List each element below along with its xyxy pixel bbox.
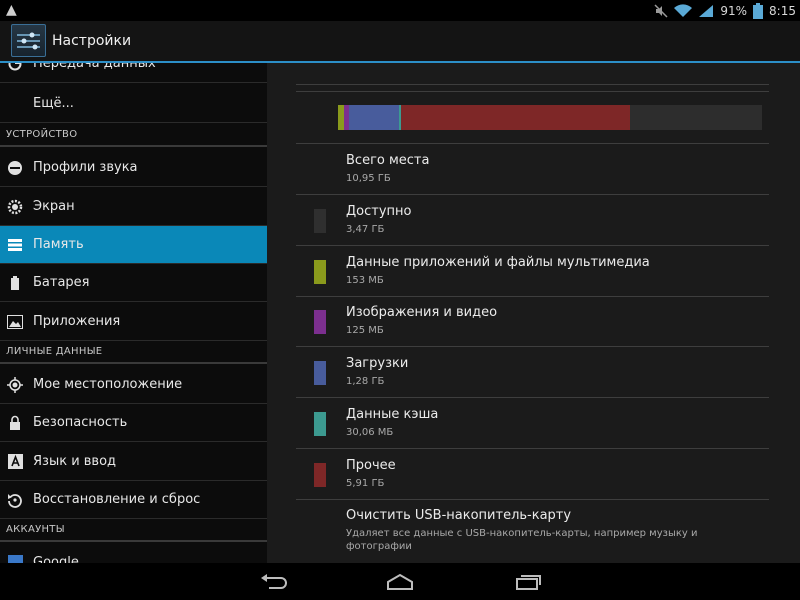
storage-panel: Всего места 10,95 ГБ Доступно 3,47 ГБ Да… xyxy=(267,63,800,563)
color-swatch xyxy=(314,209,326,233)
home-icon[interactable] xyxy=(382,571,418,593)
row-title: Очистить USB-накопитель-карту xyxy=(346,508,572,523)
clear-usb-storage-button[interactable]: Очистить USB-накопитель-карту Удаляет вс… xyxy=(296,500,769,560)
row-value: 10,95 ГБ xyxy=(346,173,391,184)
storage-row-apps-media[interactable]: Данные приложений и файлы мультимедиа 15… xyxy=(296,246,769,297)
status-icons: 91% 8:15 xyxy=(654,0,796,21)
section-header-label: УСТРОЙСТВО xyxy=(6,129,78,140)
sidebar-item-label: Мое местоположение xyxy=(33,377,183,392)
sidebar-item-label: Ещё... xyxy=(33,96,74,111)
sidebar-item-label: Профили звука xyxy=(33,160,138,175)
wifi-icon xyxy=(674,3,693,18)
data-usage-icon xyxy=(7,63,23,72)
language-icon xyxy=(7,454,23,470)
row-title: Загрузки xyxy=(346,356,409,371)
sidebar-item-label: Язык и ввод xyxy=(33,454,117,469)
back-icon[interactable] xyxy=(256,571,292,593)
location-icon xyxy=(7,376,23,393)
sidebar-item-label: Безопасность xyxy=(33,415,128,430)
row-value: 30,06 МБ xyxy=(346,427,394,438)
storage-row-pictures-video[interactable]: Изображения и видео 125 МБ xyxy=(296,296,769,347)
sidebar-item-label: Google xyxy=(33,555,79,563)
color-swatch xyxy=(314,463,326,487)
section-header-label: ЛИЧНЫЕ ДАННЫЕ xyxy=(6,346,103,357)
signal-icon xyxy=(698,4,714,18)
color-swatch xyxy=(314,361,326,385)
storage-row-cache[interactable]: Данные кэша 30,06 МБ xyxy=(296,398,769,449)
row-title: Прочее xyxy=(346,458,396,473)
sound-icon xyxy=(7,160,23,176)
sidebar-item-battery[interactable]: Батарея xyxy=(0,264,267,302)
divider xyxy=(296,91,769,92)
color-swatch xyxy=(314,310,326,334)
lock-icon xyxy=(7,415,23,431)
usage-segment xyxy=(349,105,399,130)
sidebar-item-label: Восстановление и сброс xyxy=(33,492,201,507)
google-icon xyxy=(7,555,23,563)
storage-row-misc[interactable]: Прочее 5,91 ГБ xyxy=(296,449,769,500)
row-title: Данные кэша xyxy=(346,407,439,422)
sidebar-item-data-usage[interactable]: Передача данных xyxy=(0,63,267,83)
backup-icon xyxy=(7,492,23,508)
storage-row-available[interactable]: Доступно 3,47 ГБ xyxy=(296,195,769,246)
sidebar-item-location[interactable]: Мое местоположение xyxy=(0,366,267,404)
sidebar-item-label: Батарея xyxy=(33,275,90,290)
row-value: 3,47 ГБ xyxy=(346,224,385,235)
sidebar-item-label: Передача данных xyxy=(33,63,156,71)
section-header-label: АККАУНТЫ xyxy=(6,524,65,535)
status-bar: ▲ 91% 8:15 xyxy=(0,0,800,21)
row-title: Изображения и видео xyxy=(346,305,498,320)
row-title: Доступно xyxy=(346,204,412,219)
row-title: Всего места xyxy=(346,153,430,168)
sidebar-item-backup-reset[interactable]: Восстановление и сброс xyxy=(0,481,267,519)
sidebar-item-google[interactable]: Google xyxy=(0,544,267,563)
sidebar-item-security[interactable]: Безопасность xyxy=(0,404,267,442)
recent-apps-icon[interactable] xyxy=(510,571,546,593)
navigation-bar xyxy=(0,563,800,600)
color-swatch xyxy=(314,260,326,284)
sidebar-item-label: Приложения xyxy=(33,314,121,329)
battery-percent: 91% xyxy=(720,3,748,18)
sidebar-item-storage[interactable]: Память xyxy=(0,226,267,264)
row-title: Данные приложений и файлы мультимедиа xyxy=(346,255,650,270)
sidebar-item-more[interactable]: Ещё... xyxy=(0,85,267,123)
storage-row-downloads[interactable]: Загрузки 1,28 ГБ xyxy=(296,347,769,398)
sidebar-item-sound-profiles[interactable]: Профили звука xyxy=(0,149,267,187)
color-swatch xyxy=(314,412,326,436)
clock: 8:15 xyxy=(769,3,796,18)
sidebar-item-apps[interactable]: Приложения xyxy=(0,303,267,341)
settings-sidebar: Передача данных Ещё... УСТРОЙСТВО Профил… xyxy=(0,63,267,563)
storage-usage-bar xyxy=(338,105,762,130)
mute-icon xyxy=(654,3,668,18)
apps-icon xyxy=(7,314,23,330)
battery-icon xyxy=(7,275,23,291)
row-value: 1,28 ГБ xyxy=(346,376,385,387)
row-value: 5,91 ГБ xyxy=(346,478,385,489)
sidebar-item-label: Память xyxy=(33,237,84,252)
row-value: 125 МБ xyxy=(346,325,384,336)
storage-row-total: Всего места 10,95 ГБ xyxy=(296,144,769,195)
action-bar: Настройки xyxy=(0,21,800,63)
warning-icon[interactable]: ▲ xyxy=(6,2,17,18)
battery-icon xyxy=(753,2,764,19)
section-header-device: УСТРОЙСТВО xyxy=(0,125,267,147)
row-description: Удаляет все данные с USB-накопитель-карт… xyxy=(346,528,698,552)
sidebar-item-language-input[interactable]: Язык и ввод xyxy=(0,443,267,481)
settings-app-icon[interactable] xyxy=(11,24,46,57)
storage-icon xyxy=(7,237,23,253)
sidebar-item-label: Экран xyxy=(33,199,75,214)
row-value: 153 МБ xyxy=(346,275,384,286)
display-icon xyxy=(7,199,23,215)
sidebar-item-display[interactable]: Экран xyxy=(0,188,267,226)
section-header-personal: ЛИЧНЫЕ ДАННЫЕ xyxy=(0,342,267,364)
divider xyxy=(296,84,769,85)
page-title: Настройки xyxy=(52,33,132,49)
usage-segment xyxy=(401,105,630,130)
section-header-accounts: АККАУНТЫ xyxy=(0,520,267,542)
